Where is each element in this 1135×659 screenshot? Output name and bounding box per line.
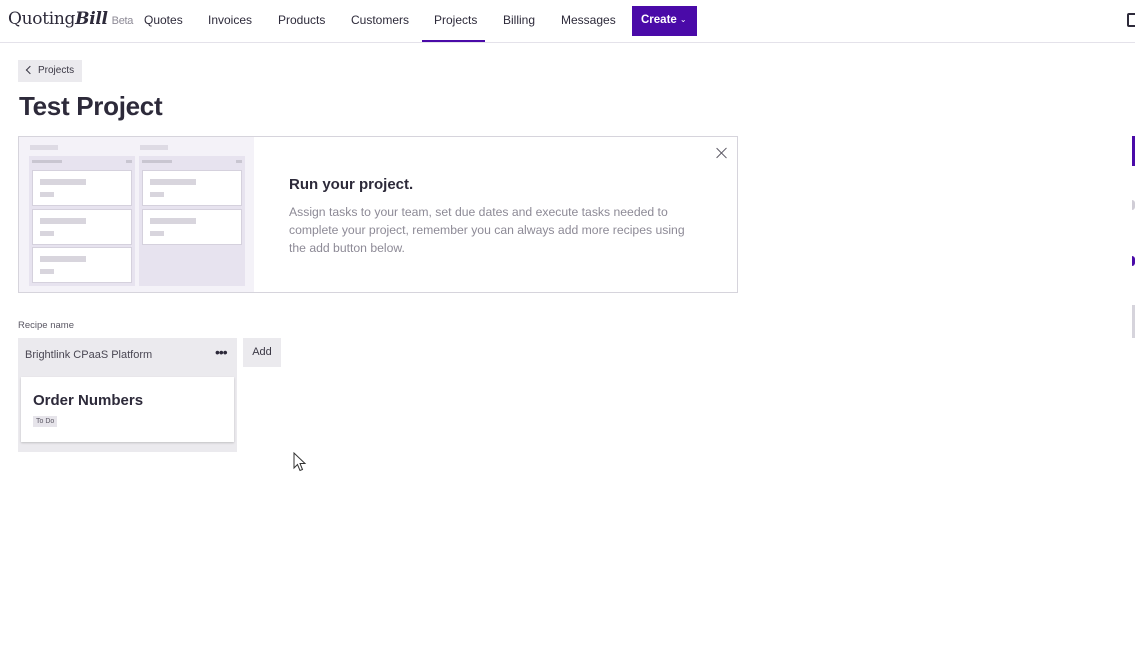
top-navbar: QuotingBill Beta Quotes Invoices Products…	[0, 0, 1135, 43]
store-icon[interactable]	[1127, 13, 1135, 27]
recipe-board-title[interactable]: Brightlink CPaaS Platform	[25, 349, 152, 361]
nav-messages[interactable]: Messages	[561, 0, 616, 42]
banner-title: Run your project.	[289, 176, 414, 193]
create-button-label: Create	[641, 14, 677, 26]
create-button[interactable]: Create ⌄	[632, 6, 697, 36]
chevron-left-icon	[25, 65, 35, 75]
close-icon[interactable]	[715, 146, 729, 160]
quotingbill-logo[interactable]: QuotingBill Beta	[8, 9, 133, 29]
back-to-projects-button[interactable]: Projects	[18, 60, 82, 82]
nav-invoices[interactable]: Invoices	[208, 0, 252, 42]
task-title: Order Numbers	[33, 392, 144, 409]
nav-quotes[interactable]: Quotes	[144, 0, 183, 42]
mouse-cursor-icon	[293, 452, 307, 472]
onboarding-banner: Run your project. Assign tasks to your t…	[18, 136, 738, 293]
page-title: Test Project	[19, 91, 163, 121]
beta-badge: Beta	[111, 15, 134, 27]
recipe-name-label: Recipe name	[18, 320, 74, 331]
nav-projects[interactable]: Projects	[422, 0, 485, 42]
back-button-label: Projects	[38, 65, 75, 76]
nav-billing[interactable]: Billing	[503, 0, 535, 42]
recipe-board: Brightlink CPaaS Platform ••• Order Numb…	[18, 338, 237, 452]
logo-text-quoting: Quoting	[8, 9, 76, 29]
more-horizontal-icon[interactable]: •••	[215, 345, 229, 360]
banner-description: Assign tasks to your team, set due dates…	[289, 205, 685, 255]
kanban-illustration	[19, 137, 254, 292]
task-card[interactable]: Order Numbers To Do	[21, 377, 234, 442]
nav-products[interactable]: Products	[278, 0, 325, 42]
add-recipe-button[interactable]: Add	[243, 338, 281, 367]
logo-text-bill: Bill	[75, 9, 108, 29]
nav-customers[interactable]: Customers	[351, 0, 409, 42]
chevron-down-icon: ⌄	[679, 15, 687, 24]
status-badge: To Do	[33, 416, 58, 427]
